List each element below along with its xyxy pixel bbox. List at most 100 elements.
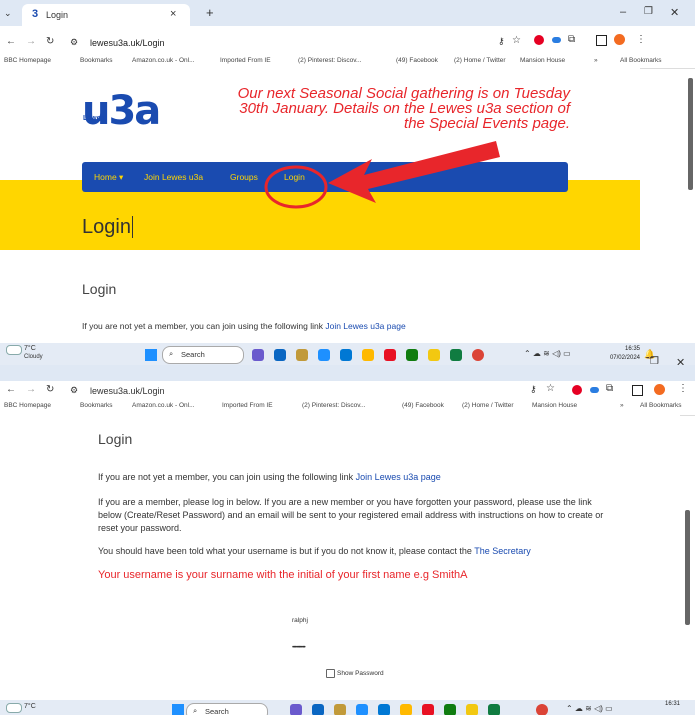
bookmark-item[interactable]: (49) Facebook bbox=[396, 57, 438, 64]
taskbar-app-icon[interactable] bbox=[406, 349, 418, 361]
password-key-icon[interactable]: ⚷ bbox=[498, 36, 505, 47]
forward-icon[interactable]: → bbox=[26, 36, 36, 47]
reload-icon[interactable]: ↻ bbox=[46, 36, 54, 47]
taskbar-app-icon[interactable] bbox=[488, 704, 500, 715]
taskbar-app-icon[interactable] bbox=[428, 349, 440, 361]
taskbar-app-icon[interactable] bbox=[400, 704, 412, 715]
password-key-icon[interactable]: ⚷ bbox=[530, 384, 537, 395]
tab-search-icon[interactable]: ⌄ bbox=[4, 8, 12, 19]
cloud-extension-icon[interactable] bbox=[590, 387, 599, 393]
tab-close-icon[interactable]: × bbox=[170, 8, 176, 20]
start-icon[interactable] bbox=[145, 349, 157, 361]
site-info-icon[interactable]: ⚙ bbox=[70, 385, 78, 396]
scrollbar-thumb-2[interactable] bbox=[685, 510, 690, 625]
taskbar-app-icon[interactable] bbox=[384, 349, 396, 361]
username-input[interactable]: ralphj bbox=[292, 617, 308, 624]
join-link[interactable]: Join Lewes u3a page bbox=[325, 321, 405, 331]
password-input[interactable]: •••••••••• bbox=[292, 644, 306, 651]
url-field[interactable]: lewesu3a.uk/Login bbox=[90, 38, 165, 48]
minimize-button[interactable]: – bbox=[620, 6, 626, 18]
secretary-link[interactable]: The Secretary bbox=[474, 546, 531, 556]
taskbar-app-icon[interactable] bbox=[334, 704, 346, 715]
forward-icon[interactable]: → bbox=[26, 384, 36, 395]
extensions-icon[interactable]: ⧉ bbox=[568, 34, 575, 45]
bookmark-item[interactable]: (2) Home / Twitter bbox=[454, 57, 506, 64]
taskbar-app-icon[interactable] bbox=[340, 349, 352, 361]
site-info-icon[interactable]: ⚙ bbox=[70, 37, 78, 48]
more-bookmarks[interactable]: » bbox=[620, 402, 624, 409]
tray-icons[interactable]: ⌃ ☁ ≋ ◁) ▭ bbox=[524, 349, 571, 358]
bookmark-item[interactable]: (49) Facebook bbox=[402, 402, 444, 409]
address-bar-row-2: ← → ↻ ⚙ lewesu3a.uk/Login ⚷ ☆ ⧉ ⋮ bbox=[0, 381, 695, 399]
close-button[interactable]: ✕ bbox=[670, 6, 679, 19]
weather-desc[interactable]: Cloudy bbox=[24, 354, 43, 360]
side-panel-icon[interactable] bbox=[632, 385, 643, 396]
show-password-checkbox[interactable] bbox=[326, 669, 335, 678]
weather-temp[interactable]: 7°C bbox=[24, 703, 36, 710]
cloud-extension-icon[interactable] bbox=[552, 37, 561, 43]
bookmark-item[interactable]: BBC Homepage bbox=[4, 402, 51, 409]
bookmark-item[interactable]: Mansion House bbox=[532, 402, 577, 409]
new-tab-button[interactable]: + bbox=[206, 5, 214, 20]
bookmark-item[interactable]: (2) Pinterest: Discov... bbox=[302, 402, 365, 409]
u3a-logo[interactable]: u3a bbox=[82, 88, 161, 134]
bookmark-item[interactable]: Amazon.co.uk - Onl... bbox=[132, 57, 195, 64]
bookmark-item[interactable]: BBC Homepage bbox=[4, 57, 51, 64]
taskbar-search[interactable]: ⌕ Search bbox=[162, 346, 244, 364]
join-link[interactable]: Join Lewes u3a page bbox=[356, 472, 441, 482]
bookmark-item[interactable]: Amazon.co.uk - Onl... bbox=[132, 402, 195, 409]
tab-login[interactable]: 3 Login × bbox=[22, 4, 190, 26]
tray-icons[interactable]: ⌃ ☁ ≋ ◁) ▭ bbox=[566, 704, 613, 713]
scrollbar-thumb[interactable] bbox=[688, 78, 693, 190]
chrome-icon[interactable] bbox=[536, 704, 548, 715]
more-bookmarks[interactable]: » bbox=[594, 57, 598, 64]
show-password-toggle[interactable]: Show Password bbox=[326, 669, 384, 678]
taskbar-app-icon[interactable] bbox=[318, 349, 330, 361]
profile-avatar[interactable] bbox=[654, 384, 665, 395]
back-icon[interactable]: ← bbox=[6, 384, 16, 395]
taskbar-app-icon[interactable] bbox=[444, 704, 456, 715]
taskbar-app-icon[interactable] bbox=[252, 349, 264, 361]
bookmark-item[interactable]: (2) Home / Twitter bbox=[462, 402, 514, 409]
all-bookmarks[interactable]: All Bookmarks bbox=[640, 402, 682, 409]
pinterest-extension-icon[interactable] bbox=[572, 385, 582, 395]
taskbar-app-icon[interactable] bbox=[290, 704, 302, 715]
bookmark-star-icon[interactable]: ☆ bbox=[512, 35, 521, 46]
bookmark-item[interactable]: Imported From IE bbox=[220, 57, 271, 64]
taskbar-app-icon[interactable] bbox=[422, 704, 434, 715]
weather-temp[interactable]: 7°C bbox=[24, 345, 36, 352]
clock-date[interactable]: 07/02/2024 bbox=[596, 355, 640, 361]
pinterest-extension-icon[interactable] bbox=[534, 35, 544, 45]
clock-time[interactable]: 16:31 bbox=[640, 701, 680, 707]
bookmark-item[interactable]: Imported From IE bbox=[222, 402, 273, 409]
restore-button[interactable]: ❐ bbox=[644, 6, 653, 17]
bookmark-item[interactable]: Bookmarks bbox=[80, 57, 113, 64]
url-field[interactable]: lewesu3a.uk/Login bbox=[90, 386, 165, 396]
clock-time[interactable]: 16:35 bbox=[600, 346, 640, 352]
taskbar-app-icon[interactable] bbox=[274, 349, 286, 361]
nav-join[interactable]: Join Lewes u3a bbox=[144, 172, 203, 182]
start-icon[interactable] bbox=[172, 704, 184, 715]
taskbar-app-icon[interactable] bbox=[450, 349, 462, 361]
back-icon[interactable]: ← bbox=[6, 36, 16, 47]
nav-home[interactable]: Home ▾ bbox=[94, 172, 123, 183]
reload-icon[interactable]: ↻ bbox=[46, 384, 54, 395]
bookmark-item[interactable]: (2) Pinterest: Discov... bbox=[298, 57, 361, 64]
chrome-icon[interactable] bbox=[472, 349, 484, 361]
taskbar-app-icon[interactable] bbox=[296, 349, 308, 361]
bookmark-item[interactable]: Bookmarks bbox=[80, 402, 113, 409]
taskbar-app-icon[interactable] bbox=[356, 704, 368, 715]
taskbar-app-icon[interactable] bbox=[312, 704, 324, 715]
bookmark-star-icon[interactable]: ☆ bbox=[546, 383, 555, 394]
side-panel-icon[interactable] bbox=[596, 35, 607, 46]
profile-avatar[interactable] bbox=[614, 34, 625, 45]
all-bookmarks[interactable]: All Bookmarks bbox=[620, 57, 662, 64]
menu-icon[interactable]: ⋮ bbox=[678, 383, 688, 394]
bookmark-item[interactable]: Mansion House bbox=[520, 57, 565, 64]
extensions-icon[interactable]: ⧉ bbox=[606, 383, 613, 394]
taskbar-app-icon[interactable] bbox=[362, 349, 374, 361]
taskbar-search[interactable]: ⌕ Search bbox=[186, 703, 268, 715]
taskbar-app-icon[interactable] bbox=[466, 704, 478, 715]
menu-icon[interactable]: ⋮ bbox=[636, 34, 646, 45]
taskbar-app-icon[interactable] bbox=[378, 704, 390, 715]
